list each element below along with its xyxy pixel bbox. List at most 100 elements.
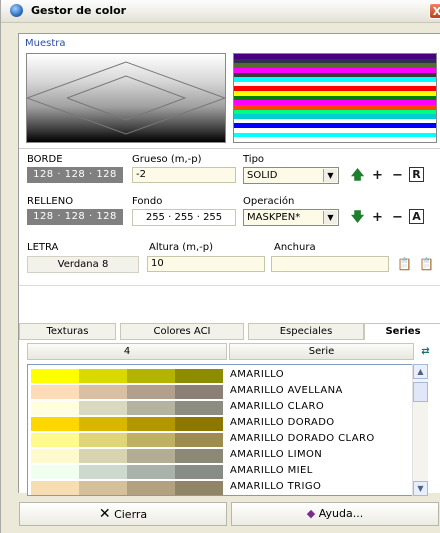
paste-special-icon[interactable]: 📋 bbox=[418, 256, 435, 273]
chevron-down-icon[interactable]: ▼ bbox=[323, 211, 337, 224]
color-swatch bbox=[127, 369, 175, 383]
color-swatch bbox=[79, 465, 127, 479]
arrow-up-icon[interactable]: 🡅 bbox=[349, 167, 366, 184]
anchura-input[interactable] bbox=[271, 256, 389, 272]
color-swatch bbox=[31, 433, 79, 447]
border-preview-lines bbox=[26, 61, 227, 135]
color-swatch bbox=[127, 481, 175, 495]
color-swatch bbox=[175, 385, 223, 399]
count-header[interactable]: 4 bbox=[27, 343, 227, 360]
tipo-label: Tipo bbox=[243, 154, 265, 165]
color-swatch bbox=[31, 385, 79, 399]
close-icon[interactable]: X bbox=[429, 3, 440, 19]
border-preview bbox=[26, 53, 227, 143]
app-icon bbox=[10, 4, 23, 17]
color-swatch bbox=[127, 417, 175, 431]
color-swatch bbox=[175, 401, 223, 415]
separator bbox=[19, 285, 440, 286]
series-name: AMARILLO CLARO bbox=[230, 401, 325, 412]
series-name: AMARILLO bbox=[230, 369, 285, 380]
ayuda-button[interactable]: ◆ Ayuda... bbox=[231, 502, 439, 526]
tab-series[interactable]: Series bbox=[364, 323, 440, 340]
altura-input[interactable]: 10 bbox=[147, 256, 265, 272]
a-button[interactable]: A bbox=[409, 209, 424, 224]
plus-icon[interactable]: + bbox=[369, 167, 386, 184]
scroll-up-icon[interactable]: ▲ bbox=[413, 364, 428, 379]
list-item[interactable]: AMARILLO TRIGO bbox=[28, 480, 413, 495]
r-button[interactable]: R bbox=[409, 167, 424, 182]
help-book-icon: ◆ bbox=[306, 507, 316, 520]
footer-bar: ✕ Cierra ◆ Ayuda... bbox=[1, 502, 440, 533]
series-list[interactable]: AMARILLO AMARILLO AVELLANA AMARILLO CLARO A… bbox=[27, 364, 427, 496]
color-swatch bbox=[175, 481, 223, 495]
list-item[interactable]: AMARILLO DORADO bbox=[28, 416, 413, 432]
plus-icon[interactable]: + bbox=[369, 209, 386, 226]
operacion-select[interactable]: MASKPEN* ▼ bbox=[243, 209, 339, 226]
chevron-down-icon[interactable]: ▼ bbox=[323, 169, 337, 182]
tipo-select-value: SOLID bbox=[247, 170, 278, 181]
title-bar: Gestor de color X bbox=[1, 0, 440, 23]
font-button[interactable]: Verdana 8 bbox=[27, 256, 139, 273]
list-item[interactable]: AMARILLO MIEL bbox=[28, 464, 413, 480]
list-item[interactable]: AMARILLO DORADO CLARO bbox=[28, 432, 413, 448]
ayuda-label: Ayuda... bbox=[318, 507, 364, 520]
tab-especiales[interactable]: Especiales bbox=[248, 323, 364, 340]
borde-color-swatch[interactable]: 128 · 128 · 128 bbox=[27, 167, 123, 183]
arrow-down-icon[interactable]: 🡇 bbox=[349, 209, 366, 226]
color-swatch bbox=[175, 433, 223, 447]
operacion-select-value: MASKPEN* bbox=[247, 212, 301, 223]
serie-header[interactable]: Serie bbox=[229, 343, 414, 360]
color-swatch bbox=[127, 465, 175, 479]
color-swatch bbox=[175, 465, 223, 479]
main-panel: Muestra BORDE Grueso (m,-p) Tipo 128 · 1… bbox=[18, 33, 440, 496]
list-item[interactable]: AMARILLO CLARO bbox=[28, 400, 413, 416]
list-item[interactable]: AMARILLO bbox=[28, 368, 413, 384]
grueso-input[interactable]: -2 bbox=[132, 167, 236, 183]
tab-colores-aci[interactable]: Colores ACI bbox=[120, 323, 244, 340]
series-name: AMARILLO AVELLANA bbox=[230, 385, 343, 396]
gestor-de-color-window: Gestor de color X Muestra BORDE Grueso (… bbox=[0, 0, 440, 533]
operacion-label: Operación bbox=[243, 196, 295, 207]
separator bbox=[19, 148, 440, 149]
fondo-label: Fondo bbox=[132, 196, 163, 207]
fill-stripe bbox=[234, 137, 436, 142]
muestra-label: Muestra bbox=[25, 38, 66, 49]
color-swatch bbox=[127, 401, 175, 415]
tipo-select[interactable]: SOLID ▼ bbox=[243, 167, 339, 184]
color-swatch bbox=[79, 401, 127, 415]
sort-icon[interactable]: ⇄ bbox=[417, 343, 434, 360]
paste-icon[interactable]: 📋 bbox=[396, 256, 413, 273]
list-item[interactable]: AMARILLO AVELLANA bbox=[28, 384, 413, 400]
color-swatch bbox=[31, 369, 79, 383]
color-swatch bbox=[31, 481, 79, 495]
color-swatch bbox=[31, 417, 79, 431]
close-x-icon: ✕ bbox=[98, 506, 111, 522]
series-name: AMARILLO DORADO CLARO bbox=[230, 433, 375, 444]
color-swatch bbox=[31, 449, 79, 463]
vertical-scrollbar[interactable]: ▲ ▼ bbox=[412, 364, 428, 496]
scroll-thumb[interactable] bbox=[413, 382, 428, 402]
color-swatch bbox=[175, 369, 223, 383]
minus-icon[interactable]: − bbox=[389, 167, 406, 184]
window-title: Gestor de color bbox=[31, 4, 127, 17]
color-swatch bbox=[79, 449, 127, 463]
series-name: AMARILLO LIMON bbox=[230, 449, 323, 460]
relleno-color-swatch[interactable]: 128 · 128 · 128 bbox=[27, 209, 123, 225]
list-item[interactable]: AMARILLO LIMON bbox=[28, 448, 413, 464]
relleno-label: RELLENO bbox=[27, 196, 74, 207]
tab-texturas[interactable]: Texturas bbox=[19, 323, 116, 340]
anchura-label: Anchura bbox=[274, 242, 316, 253]
scroll-down-icon[interactable]: ▼ bbox=[413, 481, 428, 496]
color-swatch bbox=[127, 385, 175, 399]
fondo-color-button[interactable]: 255 · 255 · 255 bbox=[132, 209, 236, 226]
color-swatch bbox=[175, 449, 223, 463]
series-name: AMARILLO DORADO bbox=[230, 417, 335, 428]
cierra-button[interactable]: ✕ Cierra bbox=[19, 502, 227, 526]
series-name: AMARILLO MIEL bbox=[230, 465, 313, 476]
altura-label: Altura (m,-p) bbox=[149, 242, 213, 253]
minus-icon[interactable]: − bbox=[389, 209, 406, 226]
letra-label: LETRA bbox=[27, 242, 59, 253]
color-swatch bbox=[79, 385, 127, 399]
color-swatch bbox=[79, 481, 127, 495]
grueso-label: Grueso (m,-p) bbox=[132, 154, 202, 165]
